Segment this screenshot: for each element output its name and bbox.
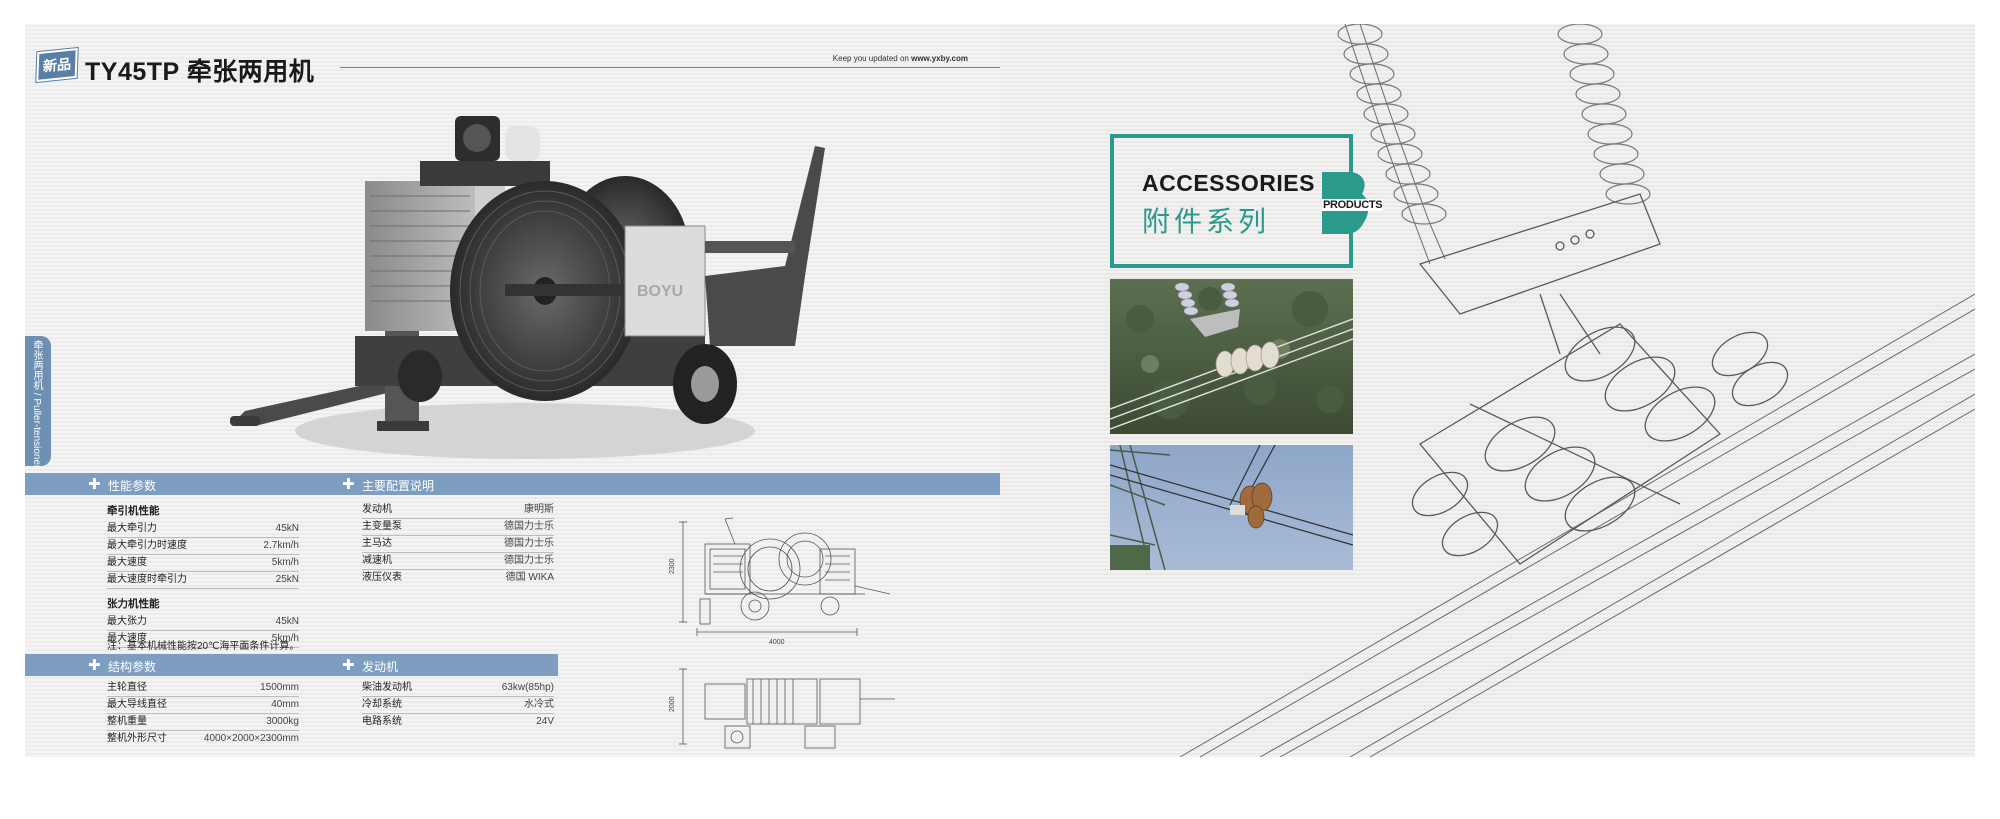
pulley-field-photo-1 — [1110, 279, 1353, 434]
accessories-heading-en: ACCESSORIES — [1142, 170, 1315, 196]
new-product-badge: 新品 — [36, 47, 78, 83]
left-page: 新品 TY45TP 牵张两用机 Keep you updated on www.… — [25, 24, 1000, 757]
structure-specs: 主轮直径 1500mm 最大导线直径 40mm 整机重量 3000kg 整机外形尺寸 4… — [107, 680, 299, 748]
performance-header: 性能参数 — [108, 479, 157, 493]
spec-row: 柴油发动机 63kw(85hp) — [362, 680, 554, 697]
right-page: ACCESSORIES 附件系列 PRODUCTS — [1000, 24, 1975, 757]
side-view-drawing: 2300 4000 — [669, 517, 891, 646]
website-prefix: Keep you updated on — [832, 54, 909, 63]
spec-row: 液压仪表 德国 WIKA — [362, 572, 554, 583]
pulley-field-photo-2 — [1110, 445, 1353, 570]
spec-row: 发动机 康明斯 — [362, 502, 554, 519]
page-title: TY45TP 牵张两用机 — [85, 58, 315, 86]
plus-icon: ✚ — [88, 476, 101, 493]
tensioner-group-title: 张力机性能 — [107, 598, 160, 610]
puller-tensioner-photo: BOYU — [230, 116, 825, 459]
spec-header-band-bottom: ✚ 结构参数 ✚ 发动机 — [25, 654, 558, 676]
spec-row: 整机外形尺寸 4000×2000×2300mm — [107, 733, 299, 744]
spec-row: 电路系统 24V — [362, 716, 554, 727]
spec-row: 最大牵引力 45kN — [107, 521, 299, 538]
title-divider — [340, 67, 1000, 68]
spec-row: 最大张力 45kN — [107, 614, 299, 631]
side-height-dim: 2300 — [669, 558, 676, 574]
main-config-header: 主要配置说明 — [362, 479, 435, 493]
machine-brand-text: BOYU — [637, 283, 683, 300]
performance-specs: 牵引机性能 最大牵引力 45kN 最大牵引力时速度 2.7km/h 最大速度 5km/… — [107, 501, 299, 648]
spec-row: 最大导线直径 40mm — [107, 697, 299, 714]
main-config-specs: 发动机 康明斯 主变量泵 德国力士乐 主马达 德国力士乐 减速机 德国力士乐 液压仪表德… — [362, 502, 554, 587]
top-view-drawing: 2000 — [669, 668, 895, 749]
spec-row: 主轮直径 1500mm — [107, 680, 299, 697]
spec-header-band-top: ✚ 性能参数 ✚ 主要配置说明 — [25, 473, 1000, 495]
engine-specs: 柴油发动机 63kw(85hp) 冷却系统 水冷式 电路系统 24V — [362, 680, 554, 731]
spec-row: 主变量泵 德国力士乐 — [362, 519, 554, 536]
top-width-dim: 2000 — [669, 696, 676, 712]
puller-group-title: 牵引机性能 — [107, 505, 160, 517]
side-tab-label: 牵张两用机 / Puller-tensioner — [31, 340, 42, 469]
website-url[interactable]: www.yxby.com — [911, 54, 968, 63]
spec-row: 减速机 德国力士乐 — [362, 553, 554, 570]
plus-icon: ✚ — [342, 657, 355, 674]
spec-row: 整机重量 3000kg — [107, 714, 299, 731]
spec-row: 主马达 德国力士乐 — [362, 536, 554, 553]
plus-icon: ✚ — [88, 657, 101, 674]
products-label: PRODUCTS — [1322, 199, 1384, 211]
accessories-heading-cn: 附件系列 — [1142, 206, 1271, 237]
section-side-tab[interactable]: 牵张两用机 / Puller-tensioner — [25, 336, 51, 469]
plus-icon: ✚ — [342, 476, 355, 493]
spec-row: 最大速度 5km/h — [107, 555, 299, 572]
engine-header: 发动机 — [362, 660, 399, 674]
structure-header: 结构参数 — [108, 660, 157, 674]
website-note: Keep you updated on www.yxby.com — [833, 54, 968, 63]
spec-row: 最大牵引力时速度 2.7km/h — [107, 538, 299, 555]
spec-row: 最大速度时牵引力 25kN — [107, 572, 299, 589]
side-length-dim: 4000 — [769, 639, 785, 646]
products-b-badge: PRODUCTS — [1318, 170, 1384, 236]
performance-note: 注：基本机械性能按20℃海平面条件计算。 — [107, 641, 300, 652]
spec-row: 冷却系统 水冷式 — [362, 697, 554, 714]
